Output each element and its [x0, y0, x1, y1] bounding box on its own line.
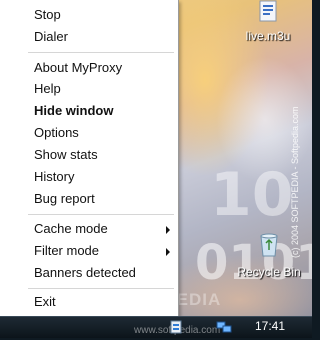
- menu-item-label: Help: [34, 81, 61, 96]
- menu-item-label: Dialer: [34, 29, 68, 44]
- desktop-icon-label: live.m3u: [245, 29, 291, 43]
- menu-separator: [28, 52, 174, 53]
- context-menu: Stop Dialer About MyProxy Help Hide wind…: [0, 0, 179, 316]
- submenu-arrow-icon: [166, 248, 170, 256]
- menu-item-cache-mode[interactable]: Cache mode: [0, 219, 178, 239]
- menu-item-show-stats[interactable]: Show stats: [0, 145, 178, 165]
- menu-item-label: Bug report: [34, 191, 95, 206]
- wallpaper-digits: 10: [210, 160, 294, 230]
- taskbar-clock[interactable]: 17:41: [255, 319, 285, 333]
- menu-item-label: Banners detected: [34, 265, 136, 280]
- menu-item-label: Options: [34, 125, 79, 140]
- menu-item-stop[interactable]: Stop: [0, 5, 178, 25]
- menu-item-exit[interactable]: Exit: [0, 292, 178, 312]
- menu-item-options[interactable]: Options: [0, 123, 178, 143]
- network-tray-icon[interactable]: [216, 319, 232, 335]
- menu-separator: [28, 288, 174, 289]
- taskbar: www.softpedia.com 17:41: [0, 316, 312, 338]
- menu-item-dialer[interactable]: Dialer: [0, 27, 178, 47]
- menu-item-about[interactable]: About MyProxy: [0, 58, 178, 78]
- menu-item-label: Show stats: [34, 147, 98, 162]
- menu-item-label: Cache mode: [34, 221, 108, 236]
- menu-item-label: Stop: [34, 7, 61, 22]
- desktop-icon-label: Recycle Bin: [237, 265, 301, 279]
- menu-item-label: Hide window: [34, 103, 114, 118]
- submenu-arrow-icon: [166, 226, 170, 234]
- menu-item-banners-detected[interactable]: Banners detected: [0, 263, 178, 283]
- menu-item-label: About MyProxy: [34, 60, 123, 75]
- menu-item-label: Exit: [34, 294, 56, 309]
- menu-item-help[interactable]: Help: [0, 79, 178, 99]
- menu-separator: [28, 214, 174, 215]
- menu-item-label: History: [34, 169, 75, 184]
- desktop-icon-recycle-bin[interactable]: Recycle Bin: [233, 232, 305, 279]
- recycle-bin-icon: [233, 232, 305, 261]
- desktop-icon-live-m3u[interactable]: live.m3u: [232, 0, 304, 43]
- menu-item-bug-report[interactable]: Bug report: [0, 189, 178, 209]
- copyright-text: (c) 2004 SOFTPEDIA - Softpedia.com: [290, 106, 300, 258]
- menu-item-label: Filter mode: [34, 243, 100, 258]
- menu-item-hide-window[interactable]: Hide window: [0, 101, 178, 121]
- menu-item-history[interactable]: History: [0, 167, 178, 187]
- myproxy-tray-icon[interactable]: [168, 319, 184, 335]
- playlist-file-icon: [232, 0, 304, 25]
- menu-item-filter-mode[interactable]: Filter mode: [0, 241, 178, 261]
